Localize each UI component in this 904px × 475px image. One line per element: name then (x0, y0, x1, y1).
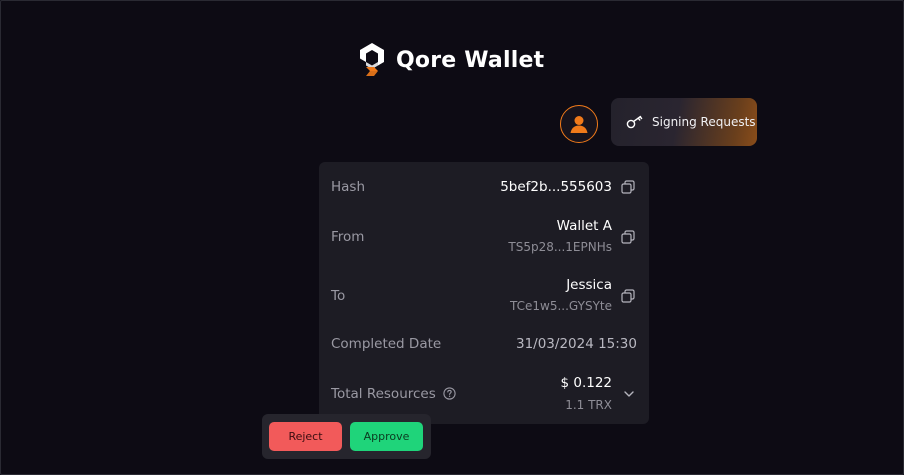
action-bar: Reject Approve (262, 414, 431, 459)
copy-icon[interactable] (621, 180, 635, 194)
signing-requests-label: Signing Requests (652, 115, 756, 129)
app-logo: Qore Wallet (358, 42, 544, 78)
total-resources-trx: 1.1 TRX (565, 398, 612, 412)
copy-icon[interactable] (621, 230, 635, 244)
completed-date-label: Completed Date (331, 336, 442, 352)
completed-date-value: 31/03/2024 15:30 (515, 336, 637, 352)
copy-icon[interactable] (621, 289, 635, 303)
help-icon[interactable] (443, 387, 456, 400)
from-label: From (331, 229, 365, 245)
chevron-down-icon[interactable] (623, 388, 635, 400)
from-wallet-name: Wallet A (556, 218, 612, 234)
qore-logo-icon (360, 43, 384, 76)
reject-button[interactable]: Reject (269, 422, 342, 451)
transaction-details-card: Hash 5bef2b...555603 From Wallet A TS5p2… (319, 162, 649, 424)
total-resources-label: Total Resources (331, 386, 436, 402)
signing-requests-button[interactable]: Signing Requests (611, 98, 757, 146)
to-recipient-name: Jessica (566, 277, 612, 293)
to-address: TCe1w5...GYSYte (510, 299, 612, 313)
key-icon (626, 115, 643, 129)
hash-value: 5bef2b...555603 (500, 179, 612, 195)
user-avatar-button[interactable] (560, 105, 598, 143)
to-label: To (331, 288, 346, 304)
approve-button[interactable]: Approve (350, 422, 423, 451)
user-icon (570, 116, 588, 133)
app-name: Qore Wallet (396, 47, 545, 73)
total-resources-value: $ 0.122 (560, 375, 612, 391)
hash-label: Hash (331, 179, 366, 195)
from-address: TS5p28...1EPNHs (508, 240, 612, 254)
